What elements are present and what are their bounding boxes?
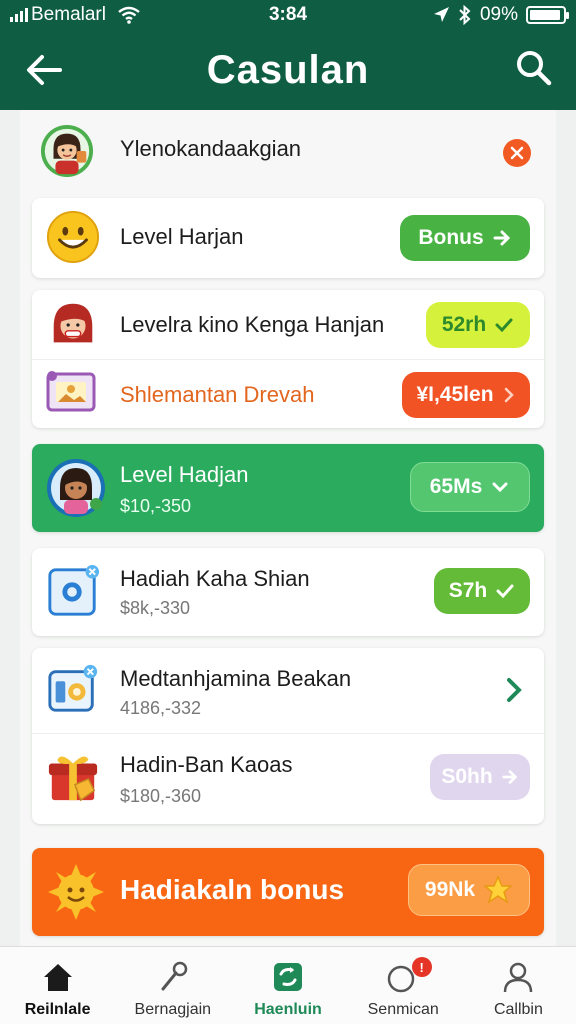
nav-item-rewards[interactable]: Haenluin [230, 947, 345, 1024]
list-item[interactable]: Levelra kino Kenga Hanjan 52rh [32, 290, 544, 360]
reward-button-label: 65Ms [429, 475, 483, 498]
smiley-icon [46, 210, 100, 264]
list-item-title: Levelra kino Kenga Hanjan [120, 312, 385, 337]
nav-item-label: Reilnlale [24, 1001, 91, 1018]
list-item-subtitle: $180,-360 [120, 786, 202, 806]
close-icon[interactable] [502, 138, 532, 168]
nav-item-label: Bernagjain [134, 1001, 212, 1018]
list-item-subtitle: $10,-350 [120, 496, 192, 516]
list-item-title: Hadiah Kaha Shian [120, 566, 310, 591]
list-item[interactable]: Level Harjan Bonus [32, 198, 544, 278]
list-item[interactable]: Ylenokandaakgian [20, 110, 556, 192]
back-arrow-icon[interactable] [22, 50, 66, 90]
microphone-icon [161, 961, 188, 991]
list-item-subtitle: 4186,-332 [120, 698, 202, 718]
photo-app-icon [48, 564, 100, 616]
bonus-button[interactable]: Bonus [400, 215, 530, 261]
home-icon [43, 964, 72, 991]
wifi-icon [118, 6, 140, 24]
list-item-subtitle: $8k,-330 [120, 598, 191, 618]
signal-icon [10, 8, 28, 22]
list-item[interactable]: Medtanhjamina Beakan 4186,-332 [32, 648, 544, 734]
list-item-title: Hadin-Ban Kaoas [120, 752, 293, 777]
chevron-down-icon [492, 482, 508, 493]
user-icon [504, 962, 533, 993]
chevron-right-icon[interactable] [504, 676, 524, 704]
chevron-right-icon [504, 387, 514, 403]
page-title: Casulan [206, 47, 370, 92]
battery-icon [526, 6, 569, 24]
list-item-title: Ylenokandaakgian [120, 136, 302, 161]
list-group: Medtanhjamina Beakan 4186,-332 Hadin-Ban… [32, 648, 544, 824]
checkmark-icon [495, 318, 513, 333]
nav-item-label: Senmican [367, 1001, 439, 1018]
disabled-reward-button-label: S0hh [441, 765, 493, 788]
redeem-button-label: ¥I,45len [416, 383, 494, 406]
claim-button-label: S7h [448, 579, 488, 602]
list-group: Levelra kino Kenga Hanjan 52rh Shlemanta… [32, 290, 544, 428]
disabled-reward-button[interactable]: S0hh [430, 754, 530, 800]
list-item-title: Level Harjan [120, 224, 244, 249]
redeem-button[interactable]: ¥I,45len [402, 372, 530, 418]
list-item-title: Level Hadjan [120, 462, 249, 487]
star-icon [483, 875, 514, 904]
search-icon[interactable] [514, 48, 554, 88]
gift-box-icon [48, 756, 98, 802]
claim-button-label: 52rh [441, 313, 487, 336]
girl-red-avatar-icon [53, 303, 93, 343]
nav-item-label: Haenluin [254, 1001, 322, 1018]
carrier-label: Bemalarl [31, 4, 106, 25]
app-header: Casulan [0, 30, 576, 110]
list-item-highlighted[interactable]: Level Hadjan $10,-350 65Ms [32, 444, 544, 532]
nav-item-home[interactable]: Reilnlale [0, 947, 115, 1024]
arrow-right-icon [502, 770, 517, 784]
nav-item-notifications[interactable]: ! Senmican [346, 947, 461, 1024]
refresh-box-icon [274, 963, 302, 991]
nav-item-tools[interactable]: Bernagjain [115, 947, 230, 1024]
list-item[interactable]: Hadin-Ban Kaoas $180,-360 S0hh [32, 734, 544, 824]
camera-icon [48, 664, 98, 712]
claim-button[interactable]: 52rh [426, 302, 530, 348]
list-item[interactable]: Hadiah Kaha Shian $8k,-330 S7h [32, 548, 544, 636]
bonus-banner[interactable]: Hadiakaln bonus 99Nk [32, 848, 544, 936]
location-arrow-icon [433, 7, 449, 22]
bluetooth-icon [459, 5, 471, 25]
bonus-claim-button[interactable]: 99Nk [408, 864, 530, 916]
list-item-title: Shlemantan Drevah [120, 382, 315, 407]
status-bar: Bemalarl 3:84 09% [0, 0, 576, 30]
battery-percent: 09% [479, 4, 518, 25]
status-time: 3:84 [268, 4, 308, 25]
reward-button[interactable]: 65Ms [410, 462, 530, 512]
bonus-banner-title: Hadiakaln bonus [120, 874, 345, 905]
nav-item-label: Callbin [493, 1001, 543, 1018]
list-item[interactable]: Shlemantan Drevah ¥I,45len [32, 360, 544, 428]
sun-icon [48, 864, 104, 920]
bottom-navigation: Reilnlale Bernagjain Haenluin ! Senmican… [0, 946, 576, 1024]
claim-button[interactable]: S7h [434, 568, 530, 614]
photo-frame-icon [46, 371, 96, 412]
bonus-claim-button-label: 99Nk [424, 878, 476, 901]
list-item-title: Medtanhjamina Beakan [120, 666, 352, 691]
nav-item-profile[interactable]: Callbin [461, 947, 576, 1024]
notification-badge-icon: ! [411, 957, 432, 977]
reward-list-panel: Ylenokandaakgian Level Harjan Bonus Leve… [20, 110, 556, 946]
arrow-right-icon [493, 230, 510, 246]
girl-avatar-icon [47, 459, 105, 517]
bonus-button-label: Bonus [418, 226, 484, 249]
girl-avatar-icon [40, 124, 94, 178]
checkmark-icon [496, 584, 514, 599]
